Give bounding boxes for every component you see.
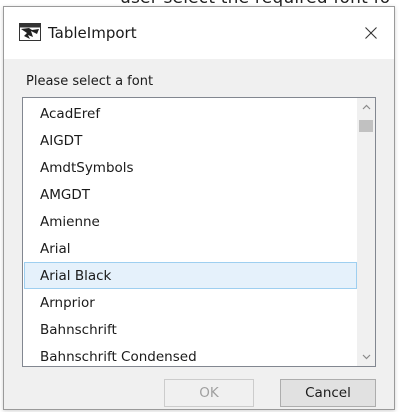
scroll-down-button[interactable] xyxy=(357,348,375,366)
chevron-up-icon xyxy=(362,104,370,110)
font-list-item[interactable]: Amienne xyxy=(24,208,357,235)
close-icon xyxy=(365,27,377,39)
scroll-up-button[interactable] xyxy=(357,98,375,116)
font-listbox[interactable]: AcadEref AIGDT AmdtSymbols AMGDT Amienne… xyxy=(22,97,376,367)
font-list-item[interactable]: Bahnschrift xyxy=(24,316,357,343)
title-bar: TableImport xyxy=(4,7,394,59)
tableimport-dialog: TableImport Please select a font AcadEre… xyxy=(3,6,395,410)
font-list-item[interactable]: AMGDT xyxy=(24,181,357,208)
prompt-label: Please select a font xyxy=(26,74,154,89)
chevron-down-icon xyxy=(362,354,370,360)
window-title: TableImport xyxy=(48,24,137,42)
ok-button[interactable]: OK xyxy=(164,379,254,407)
scroll-thumb[interactable] xyxy=(359,120,373,132)
close-button[interactable] xyxy=(348,7,394,59)
cancel-button[interactable]: Cancel xyxy=(280,379,376,407)
font-list-item[interactable]: Arnprior xyxy=(24,289,357,316)
font-list-item[interactable]: AcadEref xyxy=(24,100,357,127)
font-list-item[interactable]: Bahnschrift Condensed xyxy=(24,343,357,366)
font-list-item-selected[interactable]: Arial Black xyxy=(24,262,357,289)
vertical-scrollbar[interactable] xyxy=(357,98,375,366)
font-list-item[interactable]: AmdtSymbols xyxy=(24,154,357,181)
font-list-item[interactable]: Arial xyxy=(24,235,357,262)
tableimport-app-icon xyxy=(19,23,41,41)
font-list-item[interactable]: AIGDT xyxy=(24,127,357,154)
